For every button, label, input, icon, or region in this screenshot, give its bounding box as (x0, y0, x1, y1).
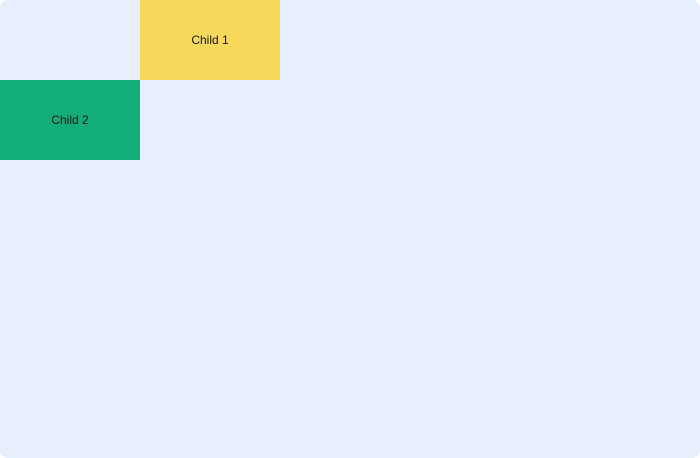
child-label-2: Child 2 (51, 113, 89, 127)
layout-container: Child 1 Child 2 (0, 0, 700, 458)
child-box-1: Child 1 (140, 0, 280, 80)
child-label-1: Child 1 (191, 33, 229, 47)
child-box-2: Child 2 (0, 80, 140, 160)
